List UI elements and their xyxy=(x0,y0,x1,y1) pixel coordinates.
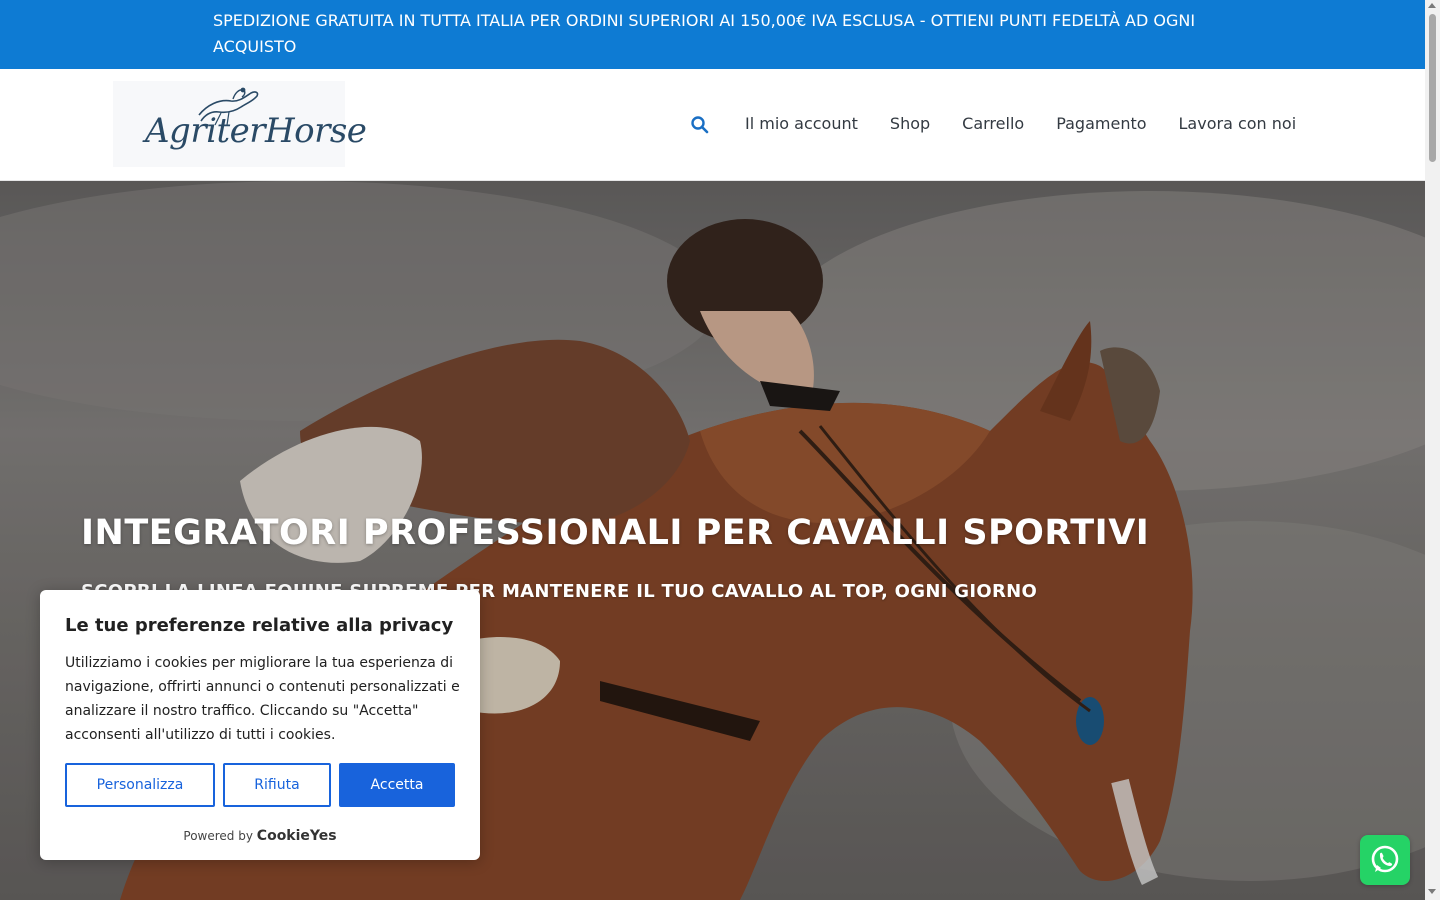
reject-button[interactable]: Rifiuta xyxy=(223,763,331,807)
nav-item-checkout[interactable]: Pagamento xyxy=(1056,113,1146,135)
scroll-down-arrow-icon[interactable] xyxy=(1428,889,1436,894)
cookie-description: Utilizziamo i cookies per migliorare la … xyxy=(65,655,460,743)
cookie-consent-banner: Le tue preferenze relative alla privacy … xyxy=(40,590,480,860)
accept-button[interactable]: Accetta xyxy=(339,763,455,807)
whatsapp-button[interactable] xyxy=(1360,835,1410,885)
announcement-bar: SPEDIZIONE GRATUITA IN TUTTA ITALIA PER … xyxy=(0,0,1425,69)
site-logo[interactable]: AgriterHorse xyxy=(113,81,367,167)
nav-item-careers[interactable]: Lavora con noi xyxy=(1179,113,1297,135)
announcement-text: SPEDIZIONE GRATUITA IN TUTTA ITALIA PER … xyxy=(213,11,1196,56)
whatsapp-icon xyxy=(1371,845,1399,873)
hero-title: INTEGRATORI PROFESSIONALI PER CAVALLI SP… xyxy=(81,513,1150,553)
cookie-title: Le tue preferenze relative alla privacy xyxy=(65,615,454,636)
scrollbar-thumb[interactable] xyxy=(1429,14,1436,162)
cookieyes-logo[interactable]: CookieYes xyxy=(257,828,337,844)
nav-item-cart[interactable]: Carrello xyxy=(962,113,1024,135)
powered-by-label: Powered by xyxy=(183,829,253,843)
site-header: AgriterHorse Il mio account Shop Carrell… xyxy=(0,69,1425,181)
nav-item-account[interactable]: Il mio account xyxy=(745,113,858,135)
powered-by: Powered by CookieYes xyxy=(40,828,480,844)
customize-button[interactable]: Personalizza xyxy=(65,763,215,807)
scroll-up-arrow-icon[interactable] xyxy=(1428,3,1436,8)
search-icon[interactable] xyxy=(688,113,712,137)
main-nav: Il mio account Shop Carrello Pagamento L… xyxy=(745,113,1296,135)
nav-item-shop[interactable]: Shop xyxy=(890,113,930,135)
logo-wordmark: AgriterHorse xyxy=(145,111,367,151)
page-scrollbar[interactable] xyxy=(1425,0,1440,900)
